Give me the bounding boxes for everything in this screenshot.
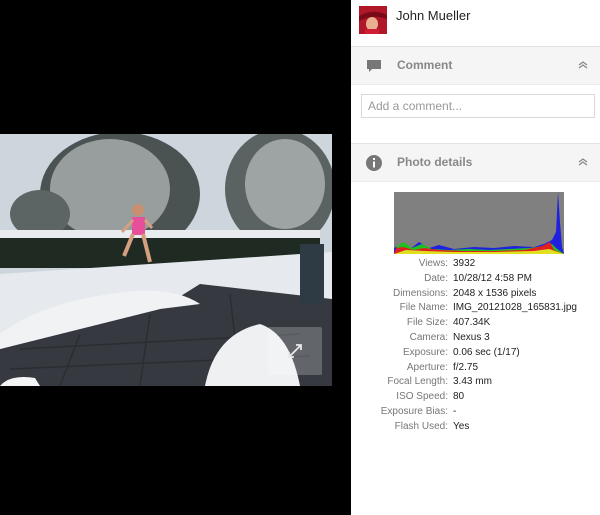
detail-value: 0.06 sec (1/17) [453, 346, 520, 358]
detail-label: Date: [424, 272, 448, 284]
detail-row: Date: 10/28/12 4:58 PM [351, 272, 600, 287]
info-icon [366, 155, 382, 171]
detail-row: Exposure Bias: - [351, 405, 600, 420]
detail-label: Flash Used: [394, 420, 448, 432]
detail-row: Camera: Nexus 3 [351, 331, 600, 346]
detail-value: - [453, 405, 457, 417]
detail-label: Dimensions: [392, 287, 448, 299]
detail-label: Focal Length: [387, 376, 448, 388]
expand-button[interactable] [268, 327, 322, 375]
detail-row: ISO Speed: 80 [351, 390, 600, 405]
detail-label: File Name: [399, 302, 448, 314]
photo-details-section-title: Photo details [397, 155, 473, 169]
detail-label: Aperture: [406, 361, 448, 373]
detail-value: 80 [453, 391, 465, 403]
detail-label: Exposure: [402, 346, 448, 358]
avatar[interactable] [359, 6, 387, 34]
chevron-up-icon[interactable] [578, 157, 588, 167]
detail-row: Aperture: f/2.75 [351, 361, 600, 376]
detail-row: Focal Length: 3.43 mm [351, 375, 600, 390]
detail-label: Camera: [409, 331, 448, 343]
comment-section-header[interactable]: Comment [351, 46, 600, 85]
detail-label: Exposure Bias: [380, 405, 448, 417]
detail-label: File Size: [406, 317, 448, 329]
photo-details-section-header[interactable]: Photo details [351, 143, 600, 182]
detail-value: f/2.75 [453, 361, 479, 373]
detail-value: IMG_20121028_165831.jpg [453, 302, 577, 314]
detail-value: 3932 [453, 258, 476, 269]
expand-icon [288, 344, 302, 358]
chevron-up-icon[interactable] [578, 60, 588, 70]
detail-value: 3.43 mm [453, 376, 492, 388]
photo-viewer [0, 0, 351, 515]
detail-row: Views: 3932 [351, 257, 600, 272]
comment-section-title: Comment [397, 58, 453, 72]
speech-bubble-icon [367, 60, 381, 72]
detail-value: Yes [453, 420, 470, 432]
detail-row: File Name: IMG_20121028_165831.jpg [351, 301, 600, 316]
comment-input[interactable] [361, 94, 595, 118]
detail-label: Views: [418, 258, 448, 269]
side-panel: John Mueller Comment Photo details Views… [351, 0, 600, 515]
detail-row: Flash Used: Yes [351, 420, 600, 435]
user-header: John Mueller [359, 6, 470, 34]
detail-value: 10/28/12 4:58 PM [453, 272, 532, 284]
user-name[interactable]: John Mueller [396, 8, 470, 23]
photo-details-list: Views: 3932 Date: 10/28/12 4:58 PM Dimension… [351, 257, 600, 435]
detail-row: Exposure: 0.06 sec (1/17) [351, 346, 600, 361]
detail-value: 407.34K [453, 317, 491, 329]
detail-value: Nexus 3 [453, 331, 490, 343]
detail-row: File Size: 407.34K [351, 316, 600, 331]
detail-value: 2048 x 1536 pixels [453, 287, 537, 299]
detail-row: Dimensions: 2048 x 1536 pixels [351, 287, 600, 302]
histogram [394, 192, 564, 254]
detail-label: ISO Speed: [396, 391, 448, 403]
